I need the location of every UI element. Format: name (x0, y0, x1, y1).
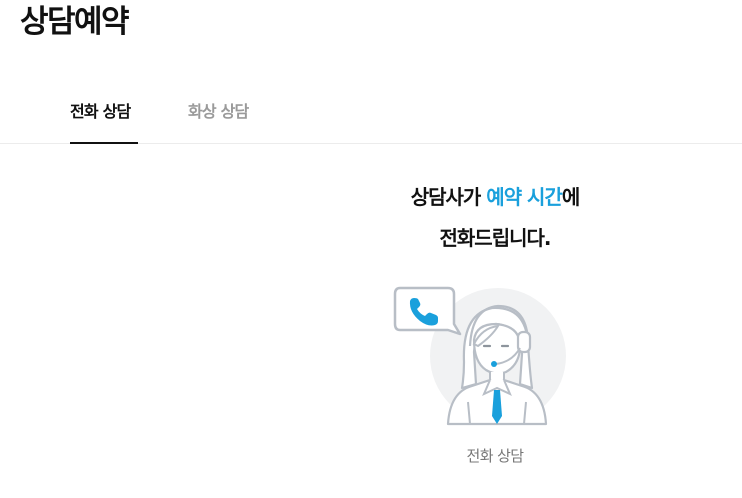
headline-prefix: 상담사가 (410, 185, 487, 209)
page-title: 상담예약 (20, 4, 130, 40)
headline-line-1: 상담사가 예약 시간에 (330, 182, 660, 212)
illustration-caption: 전화 상담 (466, 447, 525, 465)
headline-line-2: 전화드립니다. (439, 226, 552, 250)
headline-suffix: 에 (561, 185, 580, 209)
speech-bubble-icon (393, 286, 462, 336)
consultation-tabs: 전화 상담 화상 상담 (0, 96, 742, 144)
tab-phone-consultation[interactable]: 전화 상담 (70, 96, 138, 144)
phone-consultant-illustration (392, 284, 570, 430)
headline-highlight: 예약 시간 (486, 185, 563, 209)
tab-video-consultation[interactable]: 화상 상담 (188, 96, 249, 142)
